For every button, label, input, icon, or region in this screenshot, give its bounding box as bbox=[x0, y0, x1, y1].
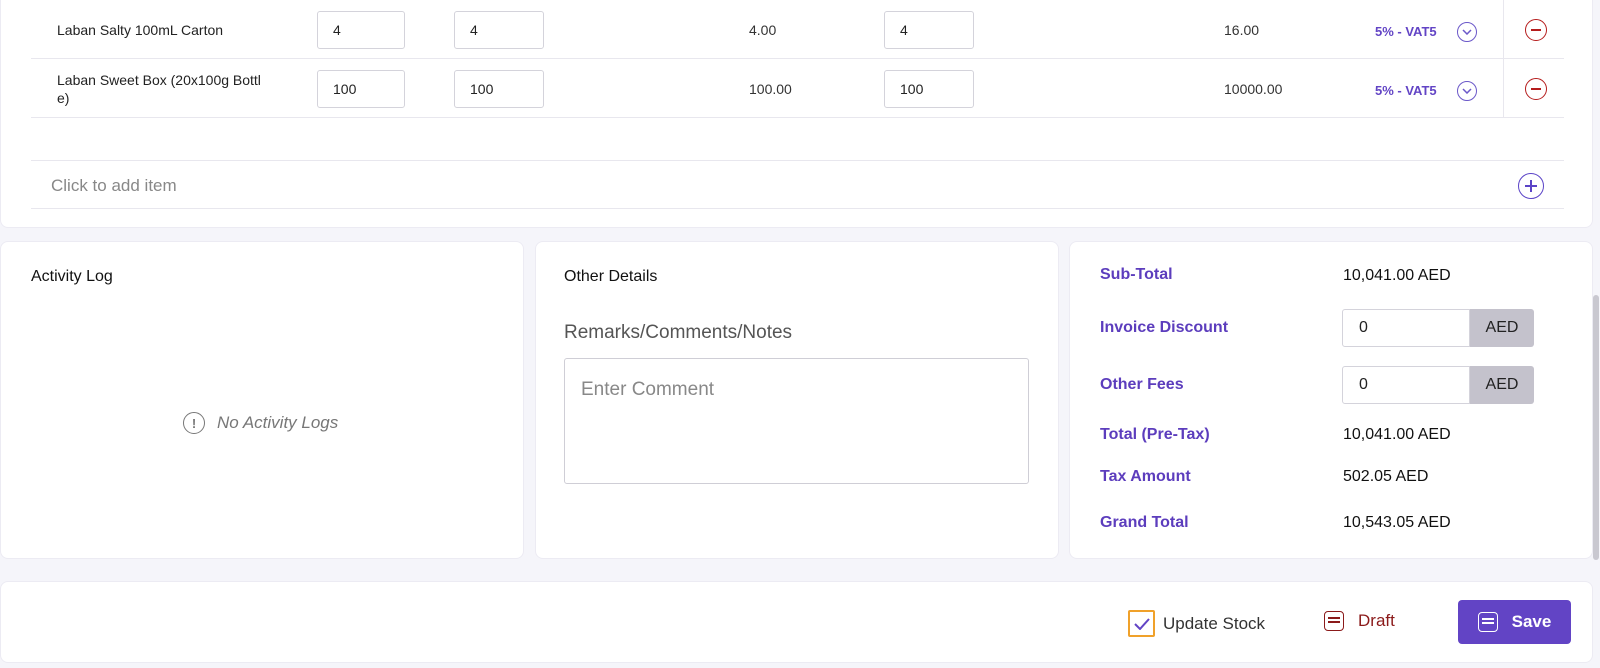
plus-circle-icon[interactable] bbox=[1518, 173, 1544, 199]
panel-title: Other Details bbox=[564, 268, 658, 285]
chevron-down-icon[interactable] bbox=[1457, 81, 1477, 101]
item-total: 16.00 bbox=[1224, 22, 1260, 38]
subtotal-value: 10,041.00 AED bbox=[1343, 267, 1451, 284]
document-icon bbox=[1477, 612, 1498, 632]
item-qty-input[interactable]: 100 bbox=[884, 70, 974, 108]
empty-label: No Activity Logs bbox=[217, 413, 339, 432]
discount-label: Invoice Discount bbox=[1100, 319, 1229, 336]
remove-item-icon[interactable] bbox=[1525, 78, 1547, 100]
add-item-row[interactable]: Click to add item bbox=[31, 160, 1564, 209]
panel-title: Activity Log bbox=[31, 268, 113, 285]
fees-label: Other Fees bbox=[1100, 376, 1184, 393]
pretax-label: Total (Pre-Tax) bbox=[1100, 426, 1210, 443]
item-row: Laban Sweet Box (20x100g Bottl e) 100 10… bbox=[31, 59, 1564, 118]
save-label: Save bbox=[1511, 612, 1552, 631]
tax-label: Tax Amount bbox=[1100, 468, 1191, 485]
tax-value: 502.05 AED bbox=[1343, 468, 1429, 485]
discount-input[interactable]: 0 bbox=[1342, 309, 1470, 347]
divider bbox=[1503, 0, 1504, 59]
item-vat[interactable]: 5% - VAT5 bbox=[1375, 24, 1437, 39]
item-total: 10000.00 bbox=[1224, 81, 1283, 97]
grand-total-label: Grand Total bbox=[1100, 514, 1189, 531]
check-icon bbox=[1133, 617, 1150, 630]
draft-label: Draft bbox=[1358, 611, 1395, 630]
item-qty-input[interactable]: 100 bbox=[317, 70, 405, 108]
activity-log-panel: Activity Log ! No Activity Logs bbox=[0, 241, 524, 559]
document-icon bbox=[1324, 611, 1344, 631]
item-name: Laban Salty 100mL Carton bbox=[57, 22, 224, 38]
chevron-down-icon[interactable] bbox=[1457, 22, 1477, 42]
subtotal-label: Sub-Total bbox=[1100, 266, 1173, 283]
fees-input[interactable]: 0 bbox=[1342, 366, 1470, 404]
item-row: Laban Salty 100mL Carton 4 4 4.00 4 16.0… bbox=[31, 0, 1564, 59]
pretax-value: 10,041.00 AED bbox=[1343, 426, 1451, 443]
fees-unit[interactable]: AED bbox=[1470, 366, 1534, 404]
info-icon: ! bbox=[183, 412, 205, 434]
add-item-label: Click to add item bbox=[51, 176, 177, 195]
discount-unit[interactable]: AED bbox=[1470, 309, 1534, 347]
remove-item-icon[interactable] bbox=[1525, 19, 1547, 41]
other-details-panel: Other Details Remarks/Comments/Notes Ent… bbox=[535, 241, 1059, 559]
totals-panel: Sub-Total 10,041.00 AED Invoice Discount… bbox=[1069, 241, 1593, 559]
items-card: Laban Salty 100mL Carton 4 4 4.00 4 16.0… bbox=[0, 0, 1593, 228]
update-stock-checkbox[interactable] bbox=[1128, 610, 1155, 637]
remarks-label: Remarks/Comments/Notes bbox=[564, 322, 793, 343]
item-qty-input[interactable]: 100 bbox=[454, 70, 544, 108]
scrollbar[interactable] bbox=[1593, 295, 1599, 560]
item-price: 4.00 bbox=[749, 22, 777, 38]
comment-field[interactable]: Enter Comment bbox=[564, 358, 1029, 484]
save-button[interactable]: Save bbox=[1458, 600, 1571, 644]
item-qty-input[interactable]: 4 bbox=[317, 11, 405, 49]
update-stock-label[interactable]: Update Stock bbox=[1163, 614, 1265, 634]
empty-state: ! No Activity Logs bbox=[183, 412, 338, 434]
item-qty-input[interactable]: 4 bbox=[454, 11, 544, 49]
divider bbox=[1503, 59, 1504, 118]
item-price: 100.00 bbox=[749, 81, 792, 97]
item-vat[interactable]: 5% - VAT5 bbox=[1375, 83, 1437, 98]
grand-total-value: 10,543.05 AED bbox=[1343, 514, 1451, 531]
footer-bar: Update Stock Draft Save bbox=[0, 581, 1593, 663]
item-name: Laban Sweet Box (20x100g Bottl e) bbox=[57, 72, 261, 106]
item-qty-input[interactable]: 4 bbox=[884, 11, 974, 49]
draft-button[interactable]: Draft bbox=[1324, 611, 1395, 631]
